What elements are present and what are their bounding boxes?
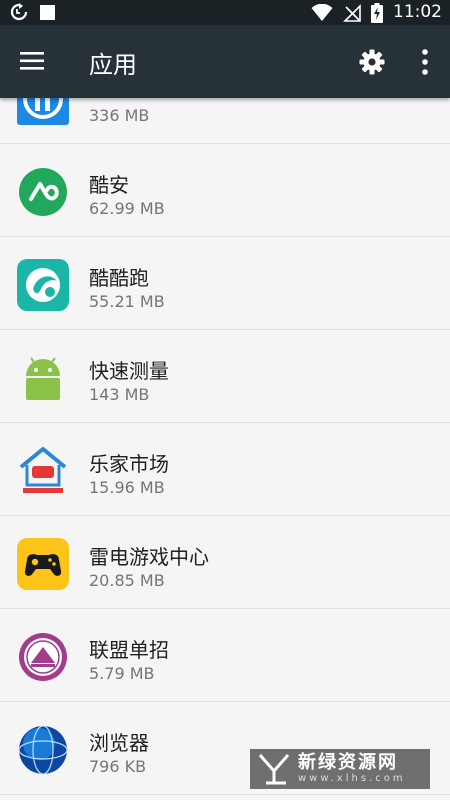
coolapk-icon: [19, 168, 67, 216]
app-size: 5.79 MB: [89, 664, 155, 683]
app-size: 15.96 MB: [89, 478, 165, 497]
app-size: 62.99 MB: [89, 199, 165, 218]
watermark-url: www.xlhs.com: [298, 773, 406, 784]
app-name: 酷安: [89, 173, 129, 197]
globe-icon: [18, 725, 68, 775]
app-size: 143 MB: [89, 385, 150, 404]
emblem-icon: [19, 633, 67, 681]
page-title: 应用: [89, 51, 137, 79]
sync-icon: [10, 3, 28, 21]
kukupao-icon: [17, 259, 69, 311]
app-row[interactable]: 酷酷跑 55.21 MB: [0, 238, 450, 330]
app-name: 酷酷跑: [89, 266, 149, 290]
app-row[interactable]: 336 MB: [0, 98, 450, 144]
app-size: 336 MB: [89, 106, 150, 125]
battery-charging-icon: [371, 2, 383, 23]
app-name: 联盟单招: [89, 638, 169, 662]
watermark: 新绿资源网 www.xlhs.com: [250, 749, 430, 789]
app-name: 乐家市场: [89, 452, 169, 476]
app-row[interactable]: 快速测量 143 MB: [0, 331, 450, 423]
app-icon-partial: [17, 98, 69, 125]
app-size: 55.21 MB: [89, 292, 165, 311]
app-name: 快速测量: [89, 359, 169, 383]
gear-icon[interactable]: [359, 49, 385, 75]
app-row[interactable]: 雷电游戏中心 20.85 MB: [0, 517, 450, 609]
app-row[interactable]: 酷安 62.99 MB: [0, 145, 450, 237]
app-size: 796 KB: [89, 757, 147, 776]
app-list: 336 MB 酷安 62.99 MB 酷酷跑 55.21 MB 快速测量 143…: [0, 98, 450, 800]
no-signal-icon: [343, 3, 361, 22]
more-options-icon[interactable]: [418, 48, 432, 76]
app-name: 浏览器: [89, 731, 149, 755]
status-bar: 11:02: [0, 0, 450, 25]
app-size: 20.85 MB: [89, 571, 165, 590]
notification-square-icon: [40, 4, 55, 20]
watermark-title: 新绿资源网: [298, 752, 398, 773]
status-time: 11:02: [393, 2, 442, 22]
watermark-logo-icon: [258, 754, 290, 785]
app-row[interactable]: 乐家市场 15.96 MB: [0, 424, 450, 516]
app-bar: 应用: [0, 25, 450, 98]
gamepad-icon: [17, 538, 69, 590]
lejia-house-icon: [19, 447, 67, 493]
android-icon: [26, 357, 60, 400]
menu-icon[interactable]: [20, 51, 46, 71]
wifi-icon: [311, 3, 333, 21]
app-row[interactable]: 联盟单招 5.79 MB: [0, 610, 450, 702]
app-name: 雷电游戏中心: [89, 545, 209, 569]
